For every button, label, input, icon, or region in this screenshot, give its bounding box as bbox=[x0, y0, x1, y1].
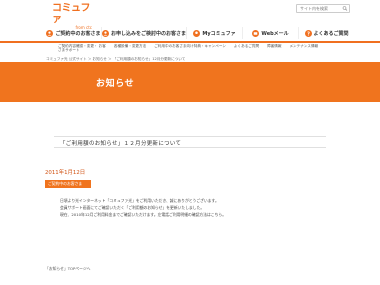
search-box bbox=[296, 4, 350, 13]
page-title: 「ご利用額のお知らせ」１２月分更新について bbox=[60, 141, 182, 147]
nav-item-faq[interactable]: ? よくあるご質問 bbox=[299, 27, 354, 39]
body-paragraph: 日頃より光インターネット「コミュファ光」をご利用いただき、誠にありがとうございま… bbox=[60, 198, 219, 203]
sub-nav-item-contract[interactable]: ご契約内容確認・変更・ お客 さまサポート bbox=[58, 44, 106, 53]
site-logo[interactable]: コミュファ from ctc bbox=[52, 3, 92, 30]
person-icon bbox=[102, 29, 109, 37]
back-to-news-link[interactable]: 「お知らせ」TOPページへ bbox=[45, 266, 90, 272]
svg-text:?: ? bbox=[307, 31, 310, 37]
search-input[interactable] bbox=[298, 5, 340, 12]
sub-nav-item-faq[interactable]: よくあるご質問 bbox=[234, 44, 259, 48]
sub-nav-label: 障害情報 bbox=[267, 44, 282, 48]
sub-nav-item-campaign[interactable]: ご利用中のお客さま向け特典・キャンペーン bbox=[154, 44, 226, 48]
sub-nav-label: メンテナンス情報 bbox=[289, 44, 319, 48]
sub-nav-item-maintenance[interactable]: メンテナンス情報 bbox=[289, 44, 318, 48]
sub-nav-label: 各種設備・変更方法 bbox=[113, 44, 147, 48]
article-date: 2011年1月12日 bbox=[45, 170, 86, 176]
sub-nav-label: ご利用中のお客さま向け特典・キャンペーン bbox=[154, 44, 226, 48]
sub-nav-item-equipment[interactable]: 各種設備・変更方法 bbox=[114, 44, 146, 48]
mail-icon bbox=[252, 29, 260, 37]
banner-title: お知らせ bbox=[96, 79, 135, 89]
person-icon bbox=[46, 29, 54, 37]
body-paragraph: 会員サポート画面にてご確認いただく「ご利用額のお知らせ」を更新いたしました。 bbox=[60, 205, 205, 210]
nav-item-prospective-customers[interactable]: お申し込みをご検討中のお客さま bbox=[102, 27, 188, 39]
site-header: コミュファ from ctc ご契約中のお客さま お申し込みをご検討中のお客さま… bbox=[0, 0, 380, 50]
search-icon[interactable] bbox=[342, 6, 348, 11]
nav-item-label: よくあるご質問 bbox=[313, 30, 349, 37]
sub-nav-label-2: さまサポート bbox=[58, 48, 80, 53]
sub-nav-item-outage[interactable]: 障害情報 bbox=[267, 44, 281, 48]
nav-item-label: ご契約中のお客さま bbox=[55, 30, 101, 37]
nav-item-label: Myコミュファ bbox=[202, 30, 236, 37]
sub-nav-label: よくあるご質問 bbox=[233, 44, 260, 48]
logo-text: コミュファ bbox=[52, 3, 91, 25]
nav-item-my-commufa[interactable]: Myコミュファ bbox=[187, 27, 244, 39]
category-tag: ご契約中のお客さま bbox=[45, 180, 91, 188]
page-banner: お知らせ bbox=[0, 62, 380, 102]
nav-item-label: お申し込みをご検討中のお客さま bbox=[111, 30, 187, 37]
body-paragraph[interactable]: 現在、2010年12月ご利用料金までご確認いただけます。左電話ご利用明細の確認方… bbox=[60, 211, 340, 218]
nav-item-webmail[interactable]: Webメール bbox=[243, 27, 300, 39]
nav-item-current-customers[interactable]: ご契約中のお客さま bbox=[46, 27, 102, 39]
nav-item-label: Webメール bbox=[261, 30, 289, 37]
article-heading-bar: 「ご利用額のお知らせ」１２月分更新について bbox=[54, 136, 326, 148]
article-body: 日頃より光インターネット「コミュファ光」をご利用いただき、誠にありがとうございま… bbox=[60, 197, 340, 218]
sub-nav: ご契約内容確認・変更・ お客 さまサポート 各種設備・変更方法 ご利用中のお客さ… bbox=[58, 44, 358, 56]
main-nav: ご契約中のお客さま お申し込みをご検討中のお客さま Myコミュファ Webメール… bbox=[46, 27, 354, 39]
question-icon: ? bbox=[304, 29, 312, 37]
user-circle-icon bbox=[193, 29, 201, 37]
nav-underline bbox=[0, 41, 380, 43]
